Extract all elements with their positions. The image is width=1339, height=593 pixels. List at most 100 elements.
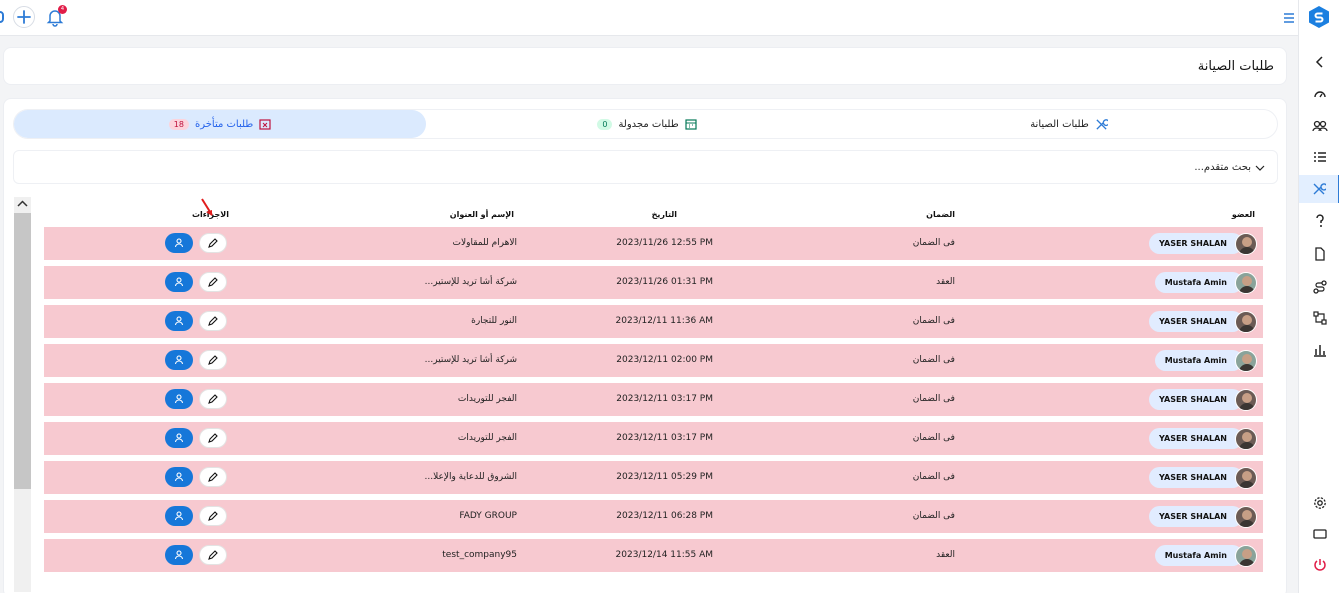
scroll-up-icon[interactable] <box>17 200 28 208</box>
sidebar-item-reports[interactable] <box>1299 336 1339 364</box>
chevron-left-icon <box>1315 56 1323 68</box>
sidebar-item-list[interactable] <box>1299 143 1339 171</box>
edit-button[interactable] <box>199 311 227 331</box>
edit-button[interactable] <box>199 428 227 448</box>
edit-button[interactable] <box>199 350 227 370</box>
assign-user-button[interactable] <box>165 389 193 409</box>
name-cell: الشروق للدعاية والإعلا... <box>424 472 517 482</box>
sidebar-item-documents[interactable] <box>1299 240 1339 268</box>
avatar <box>1235 271 1257 294</box>
assign-user-button[interactable] <box>165 428 193 448</box>
table-row[interactable]: Mustafa Amin العقد 2023/11/26 01:31 PM ش… <box>44 266 1263 299</box>
member-chip[interactable]: YASER SHALAN <box>1148 310 1257 333</box>
edit-button[interactable] <box>199 389 227 409</box>
tab-count-badge: 0 <box>597 118 613 130</box>
menu-toggle-button[interactable] <box>1282 10 1298 26</box>
assign-user-button[interactable] <box>165 545 193 565</box>
assign-user-button[interactable] <box>165 506 193 526</box>
member-chip[interactable]: Mustafa Amin <box>1154 271 1257 294</box>
table-row[interactable]: YASER SHALAN فى الضمان 2023/12/11 03:17 … <box>44 383 1263 416</box>
table-row[interactable]: YASER SHALAN فى الضمان 2023/11/26 12:55 … <box>44 227 1263 260</box>
logo-icon <box>1309 6 1329 28</box>
pencil-icon <box>208 316 218 326</box>
tab-maintenance-requests[interactable]: طلبات الصيانة <box>859 110 1279 138</box>
name-cell: النور للتجارة <box>471 316 517 326</box>
member-chip[interactable]: YASER SHALAN <box>1148 505 1257 528</box>
user-icon <box>174 316 184 326</box>
name-cell: الفجر للتوريدات <box>457 394 517 404</box>
document-icon <box>1314 247 1325 261</box>
assign-user-button[interactable] <box>165 467 193 487</box>
tab-scheduled-requests[interactable]: طلبات مجدولة 0 <box>437 110 857 138</box>
plus-icon <box>17 10 31 24</box>
member-chip[interactable]: Mustafa Amin <box>1154 349 1257 372</box>
assign-user-button[interactable] <box>165 233 193 253</box>
sidebar-item-display[interactable] <box>1299 520 1339 548</box>
table-header: العضو الضمان التاريخ الإسم أو العنوان ال… <box>44 201 1263 227</box>
user-icon <box>174 511 184 521</box>
table-row[interactable]: Mustafa Amin فى الضمان 2023/12/11 02:00 … <box>44 344 1263 377</box>
sidebar-item-dashboard[interactable] <box>1299 80 1339 108</box>
scrollbar-thumb[interactable] <box>14 213 31 489</box>
date-cell: 2023/12/11 05:29 PM <box>616 472 713 482</box>
sidebar-item-maintenance[interactable] <box>1299 175 1339 203</box>
sidebar-item-settings[interactable] <box>1299 489 1339 517</box>
sidebar-item-hierarchy[interactable] <box>1299 304 1339 332</box>
pencil-icon <box>208 511 218 521</box>
tab-overdue-requests[interactable]: طلبات متأخرة 18 <box>14 110 426 138</box>
table-row[interactable]: Mustafa Amin العقد 2023/12/14 11:55 AM t… <box>44 539 1263 572</box>
app-logo[interactable] <box>1307 5 1331 29</box>
avatar <box>1235 544 1257 567</box>
member-name: Mustafa Amin <box>1154 272 1243 293</box>
table-row[interactable]: YASER SHALAN فى الضمان 2023/12/11 05:29 … <box>44 461 1263 494</box>
edit-button[interactable] <box>199 233 227 253</box>
gear-icon <box>1313 497 1326 509</box>
warranty-cell: فى الضمان <box>912 433 955 443</box>
date-cell: 2023/11/26 12:55 PM <box>616 238 713 248</box>
sidebar-item-collapse[interactable] <box>1299 48 1339 76</box>
header-name: الإسم أو العنوان <box>449 210 514 219</box>
pencil-icon <box>208 433 218 443</box>
edit-button[interactable] <box>199 506 227 526</box>
warranty-cell: فى الضمان <box>912 238 955 248</box>
notifications-button[interactable]: 4 <box>45 5 67 27</box>
table-row[interactable]: YASER SHALAN فى الضمان 2023/12/11 11:36 … <box>44 305 1263 338</box>
sidebar-item-routes[interactable] <box>1299 273 1339 301</box>
member-chip[interactable]: YASER SHALAN <box>1148 427 1257 450</box>
table-row[interactable]: YASER SHALAN فى الضمان 2023/12/11 03:17 … <box>44 422 1263 455</box>
edit-button[interactable] <box>199 467 227 487</box>
add-button[interactable] <box>13 6 35 28</box>
member-chip[interactable]: YASER SHALAN <box>1148 232 1257 255</box>
assign-user-button[interactable] <box>165 311 193 331</box>
sidebar-item-help[interactable] <box>1299 207 1339 235</box>
pencil-icon <box>208 394 218 404</box>
header-warranty: الضمان <box>926 210 955 219</box>
member-chip[interactable]: YASER SHALAN <box>1148 466 1257 489</box>
hamburger-icon <box>1284 13 1294 23</box>
assign-user-button[interactable] <box>165 272 193 292</box>
page-title: طلبات الصيانة <box>1197 59 1274 74</box>
assign-user-button[interactable] <box>165 350 193 370</box>
tools-icon <box>1096 118 1108 130</box>
warranty-cell: فى الضمان <box>912 316 955 326</box>
edit-button[interactable] <box>199 272 227 292</box>
warranty-cell: فى الضمان <box>912 472 955 482</box>
sidebar <box>1298 0 1339 593</box>
member-chip[interactable]: YASER SHALAN <box>1148 388 1257 411</box>
sidebar-item-users[interactable] <box>1299 112 1339 140</box>
help-icon <box>1315 214 1324 227</box>
member-name: Mustafa Amin <box>1154 350 1243 371</box>
collapsed-panel-edge[interactable] <box>0 11 4 23</box>
advanced-search-toggle[interactable]: بحث متقدم... <box>13 150 1278 184</box>
edit-button[interactable] <box>199 545 227 565</box>
sidebar-item-logout[interactable] <box>1299 551 1339 579</box>
pencil-icon <box>208 238 218 248</box>
date-cell: 2023/12/11 03:17 PM <box>616 394 713 404</box>
table-scrollbar[interactable] <box>14 197 31 592</box>
table-row[interactable]: YASER SHALAN فى الضمان 2023/12/11 06:28 … <box>44 500 1263 533</box>
requests-table: العضو الضمان التاريخ الإسم أو العنوان ال… <box>44 201 1263 578</box>
advanced-search-label: بحث متقدم... <box>1194 162 1251 173</box>
user-icon <box>174 277 184 287</box>
member-chip[interactable]: Mustafa Amin <box>1154 544 1257 567</box>
member-name: YASER SHALAN <box>1148 233 1243 254</box>
